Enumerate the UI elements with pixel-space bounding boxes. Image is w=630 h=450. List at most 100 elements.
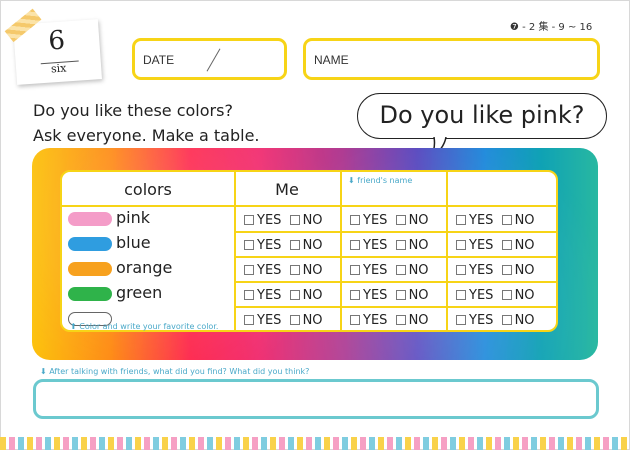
yes-checkbox[interactable]: [350, 265, 360, 275]
yes-checkbox[interactable]: [244, 240, 254, 250]
no-checkbox[interactable]: [395, 215, 406, 225]
stripe-segment: [126, 437, 132, 450]
instruction-line-2: Ask everyone. Make a table.: [33, 126, 260, 145]
yes-checkbox[interactable]: [244, 290, 254, 300]
yes-label: YES: [469, 213, 494, 228]
stripe-segment: [54, 437, 60, 450]
no-checkbox[interactable]: [289, 265, 300, 275]
stripe-segment: [45, 437, 51, 450]
yes-no-cell: YES NO: [350, 238, 429, 253]
yes-no-cell: YES NO: [244, 263, 323, 278]
stripe-segment: [162, 437, 168, 450]
bottom-stripe: [0, 437, 630, 450]
stripe-segment: [216, 437, 222, 450]
stripe-segment: [369, 437, 375, 450]
no-checkbox[interactable]: [289, 240, 300, 250]
stripe-segment: [387, 437, 393, 450]
table-row: blue YES NO YES NO YES NO: [62, 232, 556, 257]
color-swatch: [68, 212, 112, 226]
color-name: orange: [116, 258, 173, 277]
stripe-segment: [576, 437, 582, 450]
yes-label: YES: [469, 288, 494, 303]
yes-no-cell: YES NO: [244, 213, 323, 228]
yes-label: YES: [363, 263, 388, 278]
no-checkbox[interactable]: [501, 290, 512, 300]
stripe-segment: [504, 437, 510, 450]
stripe-segment: [63, 437, 69, 450]
yes-checkbox[interactable]: [244, 265, 254, 275]
stripe-segment: [261, 437, 267, 450]
stripe-segment: [594, 437, 600, 450]
stripe-segment: [513, 437, 519, 450]
stripe-segment: [342, 437, 348, 450]
stripe-segment: [450, 437, 456, 450]
yes-checkbox[interactable]: [350, 290, 360, 300]
yes-checkbox[interactable]: [456, 215, 466, 225]
stripe-segment: [306, 437, 312, 450]
no-checkbox[interactable]: [501, 240, 512, 250]
stripe-segment: [459, 437, 465, 450]
yes-no-cell: YES NO: [350, 213, 429, 228]
stripe-segment: [603, 437, 609, 450]
stripe-segment: [423, 437, 429, 450]
yes-label: YES: [363, 238, 388, 253]
yes-label: YES: [469, 313, 494, 328]
yes-label: YES: [363, 313, 388, 328]
color-name: green: [116, 283, 163, 302]
no-label: NO: [514, 313, 535, 328]
yes-no-cell: YES NO: [456, 213, 535, 228]
yes-checkbox[interactable]: [456, 240, 466, 250]
stripe-segment: [108, 437, 114, 450]
stripe-segment: [234, 437, 240, 450]
stripe-segment: [531, 437, 537, 450]
no-label: NO: [302, 263, 323, 278]
yes-no-cell: YES NO: [456, 238, 535, 253]
stripe-segment: [360, 437, 366, 450]
reflection-answer-box[interactable]: [33, 379, 599, 419]
stripe-segment: [567, 437, 573, 450]
stripe-segment: [288, 437, 294, 450]
yes-checkbox[interactable]: [350, 315, 360, 325]
page-reference: ❼ - 2 集 - 9 ~ 16: [510, 22, 593, 33]
no-checkbox[interactable]: [289, 315, 300, 325]
no-checkbox[interactable]: [289, 215, 300, 225]
name-field[interactable]: NAME: [303, 38, 600, 80]
stripe-segment: [144, 437, 150, 450]
no-checkbox[interactable]: [395, 240, 406, 250]
no-checkbox[interactable]: [395, 265, 406, 275]
yes-no-cell: YES NO: [456, 263, 535, 278]
no-label: NO: [408, 213, 429, 228]
yes-checkbox[interactable]: [350, 240, 360, 250]
yes-checkbox[interactable]: [244, 215, 254, 225]
stripe-segment: [27, 437, 33, 450]
no-checkbox[interactable]: [395, 290, 406, 300]
no-label: NO: [514, 213, 535, 228]
yes-checkbox[interactable]: [456, 315, 466, 325]
color-name: blue: [116, 233, 151, 252]
stripe-segment: [18, 437, 24, 450]
no-checkbox[interactable]: [501, 215, 512, 225]
yes-label: YES: [257, 313, 282, 328]
stripe-segment: [81, 437, 87, 450]
stripe-segment: [522, 437, 528, 450]
yes-checkbox[interactable]: [456, 290, 466, 300]
yes-checkbox[interactable]: [244, 315, 254, 325]
yes-no-cell: YES NO: [244, 288, 323, 303]
yes-checkbox[interactable]: [350, 215, 360, 225]
yes-label: YES: [257, 213, 282, 228]
no-checkbox[interactable]: [395, 315, 406, 325]
no-label: NO: [514, 238, 535, 253]
favorite-color-hint: ⬆ Color and write your favorite color.: [70, 322, 219, 331]
stripe-segment: [117, 437, 123, 450]
stripe-segment: [621, 437, 627, 450]
stripe-segment: [198, 437, 204, 450]
no-checkbox[interactable]: [501, 315, 512, 325]
stripe-segment: [495, 437, 501, 450]
stripe-segment: [558, 437, 564, 450]
date-field[interactable]: DATE: [132, 38, 287, 80]
color-swatch: [68, 287, 112, 301]
no-label: NO: [302, 238, 323, 253]
no-checkbox[interactable]: [501, 265, 512, 275]
no-checkbox[interactable]: [289, 290, 300, 300]
yes-checkbox[interactable]: [456, 265, 466, 275]
